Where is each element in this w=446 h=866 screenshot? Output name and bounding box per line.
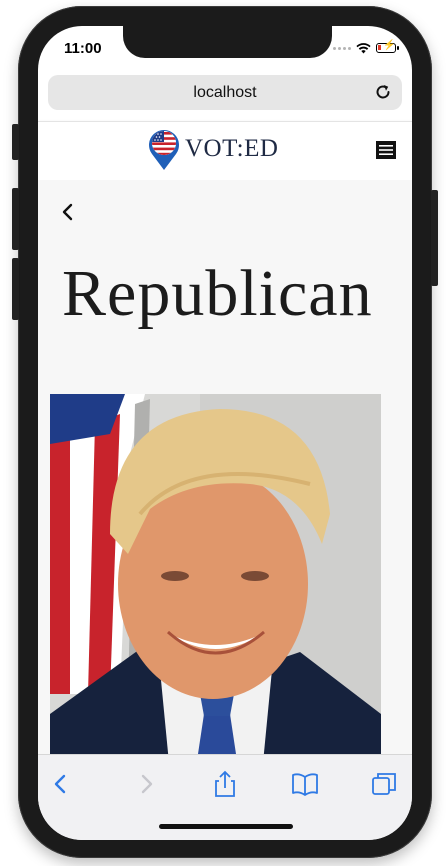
volume-up-button	[12, 188, 19, 250]
tabs-icon[interactable]	[369, 769, 399, 799]
address-bar[interactable]: localhost	[48, 75, 402, 110]
back-chevron-icon[interactable]	[60, 200, 74, 224]
volume-down-button	[12, 258, 19, 320]
reload-icon[interactable]	[374, 83, 392, 101]
mute-switch	[12, 124, 19, 160]
toolbar-back-icon[interactable]	[46, 769, 76, 799]
wifi-icon	[356, 42, 371, 53]
signal-icon	[333, 46, 351, 50]
logo-text: VOT:ED	[185, 135, 279, 162]
toolbar-forward-icon[interactable]	[131, 769, 161, 799]
page-content: Republican	[38, 180, 412, 760]
hamburger-menu-icon[interactable]	[376, 141, 396, 159]
status-time: 11:00	[64, 40, 102, 57]
notch	[123, 26, 332, 58]
page-title: Republican	[62, 257, 373, 330]
site-logo[interactable]: VOT:ED	[146, 127, 278, 171]
screen: 11:00 ⚡ localhost VOT:ED Republican	[38, 26, 412, 840]
power-button	[431, 190, 438, 286]
url-text[interactable]: localhost	[48, 84, 402, 102]
candidate-portrait	[50, 394, 381, 760]
battery-icon: ⚡	[376, 41, 399, 53]
status-icons: ⚡	[333, 41, 399, 55]
home-indicator	[159, 824, 293, 829]
site-header: VOT:ED	[38, 121, 412, 180]
bookmarks-book-icon[interactable]	[290, 769, 320, 799]
share-icon[interactable]	[210, 769, 240, 799]
map-pin-flag-icon	[149, 130, 179, 170]
